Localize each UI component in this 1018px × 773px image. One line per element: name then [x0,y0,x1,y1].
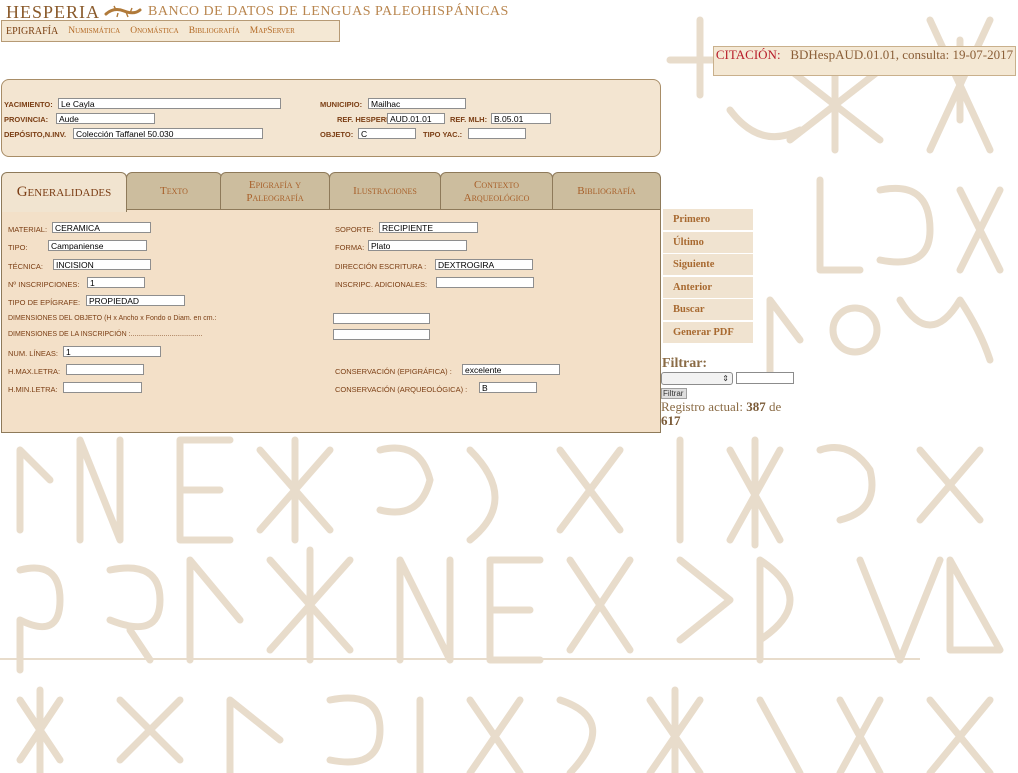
conservacion-epigrafica-label: CONSERVACIÓN (EPIGRÁFICA) : [335,367,452,376]
material-label: MATERIAL: [8,225,48,234]
inscripc-adicionales-field[interactable] [436,277,534,288]
tecnica-label: TÉCNICA: [8,262,44,271]
citation-value: BDHespAUD.01.01, consulta: 19-07-2017 [790,47,1014,62]
provincia-label: PROVINCIA: [4,115,49,124]
hmin-field[interactable] [63,382,142,393]
tab-bibliografia[interactable]: Bibliografía [552,172,661,210]
municipio-label: MUNICIPIO: [320,100,363,109]
select-arrows-icon: ⇕ [722,374,729,383]
record-navigation: Primero Último Siguiente Anterior Buscar… [663,209,753,344]
hmax-label: H.MAX.LETRA: [8,367,61,376]
provincia-field[interactable]: Aude [56,113,155,124]
tab-ilustraciones[interactable]: Ilustraciones [329,172,441,210]
tipo-epigrafe-label: TIPO DE EPÍGRAFE: [8,298,81,307]
hmax-field[interactable] [66,364,144,375]
yacimiento-field[interactable]: Le Cayla [58,98,281,109]
generalidades-panel: MATERIAL: CERAMICA SOPORTE: RECIPIENTE T… [1,209,661,433]
num-lineas-field[interactable]: 1 [63,346,161,357]
tab-generalidades[interactable]: Generalidades [1,172,127,212]
forma-field[interactable]: Plato [368,240,467,251]
tab-epigrafia-paleografia[interactable]: Epigrafía y Paleografía [220,172,330,210]
yacimiento-label: YACIMIENTO: [4,100,53,109]
direccion-label: DIRECCIÓN ESCRITURA : [335,262,427,271]
citation-box: CITACIÓN: BDHespAUD.01.01, consulta: 19-… [713,46,1016,76]
menu-onomastica[interactable]: Onomástica [130,26,178,36]
n-inscripciones-field[interactable]: 1 [87,277,145,288]
menu-numismatica[interactable]: Numismática [68,26,120,36]
nav-anterior[interactable]: Anterior [663,276,753,298]
soporte-field[interactable]: RECIPIENTE [379,222,478,233]
registro-total: 617 [661,413,681,428]
conservacion-arqueologica-label: CONSERVACIÓN (ARQUEOLÓGICA) : [335,385,468,394]
main-menu: EPIGRAFÍA Numismática Onomástica Bibliog… [1,20,340,42]
filter-select[interactable]: ⇕ [661,372,733,385]
nav-generar-pdf[interactable]: Generar PDF [663,321,753,343]
dim-inscripcion-field[interactable] [333,329,430,340]
deposito-field[interactable]: Colección Taffanel 50.030 [73,128,263,139]
filter-label: Filtrar: [662,356,708,371]
tipo-epigrafe-field[interactable]: PROPIEDAD [86,295,185,306]
conservacion-arqueologica-field[interactable]: B [479,382,537,393]
registro-mid: de [768,399,782,414]
objeto-label: OBJETO: [320,130,354,139]
material-field[interactable]: CERAMICA [52,222,151,233]
dim-objeto-label: DIMENSIONES DEL OBJETO (H x Ancho x Fond… [8,315,217,322]
deposito-label: DEPÓSITO,N.INV. [4,130,67,139]
municipio-field[interactable]: Mailhac [368,98,466,109]
nav-buscar[interactable]: Buscar [663,299,753,320]
record-header-panel: YACIMIENTO: Le Cayla MUNICIPIO: Mailhac … [1,79,661,157]
citation-label: CITACIÓN: [715,47,781,62]
site-logo[interactable]: HESPERIA BANCO DE DATOS DE LENGUAS PALEO… [6,2,509,22]
registro-prefix: Registro actual: [661,399,743,414]
filter-button[interactable]: Filtrar [661,388,687,399]
site-subtitle: BANCO DE DATOS DE LENGUAS PALEOHISPÁNICA… [148,4,509,19]
menu-bibliografia[interactable]: Bibliografía [189,26,240,36]
nav-primero[interactable]: Primero [663,209,753,230]
tipo-yac-field[interactable] [468,128,526,139]
tab-contexto-arqueologico[interactable]: Contexto Arqueológico [440,172,553,210]
dim-objeto-field[interactable] [333,313,430,324]
filter-text-input[interactable] [736,372,794,384]
inscripc-adicionales-label: INSCRIPC. ADICIONALES: [335,280,428,289]
registro-current: 387 [746,399,766,414]
tab-texto[interactable]: Texto [126,172,222,210]
tipo-yac-label: TIPO YAC.: [423,130,463,139]
tipo-label: TIPO: [8,243,28,252]
nav-siguiente[interactable]: Siguiente [663,254,753,275]
forma-label: FORMA: [335,243,365,252]
tipo-field[interactable]: Campaniense [48,240,147,251]
ref-mlh-field[interactable]: B.05.01 [491,113,551,124]
num-lineas-label: NUM. LÍNEAS: [8,349,59,358]
direccion-field[interactable]: DEXTROGIRA [435,259,533,270]
menu-epigrafia[interactable]: EPIGRAFÍA [6,26,58,37]
nav-ultimo[interactable]: Último [663,231,753,253]
ref-hesperia-field[interactable]: AUD.01.01 [387,113,445,124]
dim-inscripcion-label: DIMENSIONES DE LA INSCRIPCIÓN :.........… [8,331,203,338]
menu-mapserver[interactable]: MapServer [250,26,295,36]
n-inscripciones-label: Nº INSCRIPCIONES: [8,280,80,289]
soporte-label: SOPORTE: [335,225,374,234]
conservacion-epigrafica-field[interactable]: excelente [462,364,560,375]
lizard-logo-icon [104,5,142,18]
registro-actual: Registro actual: 387 de 617 [661,400,801,428]
hmin-label: H.MIN.LETRA: [8,385,58,394]
tecnica-field[interactable]: INCISION [53,259,151,270]
objeto-field[interactable]: C [358,128,416,139]
ref-mlh-label: REF. MLH: [450,115,488,124]
